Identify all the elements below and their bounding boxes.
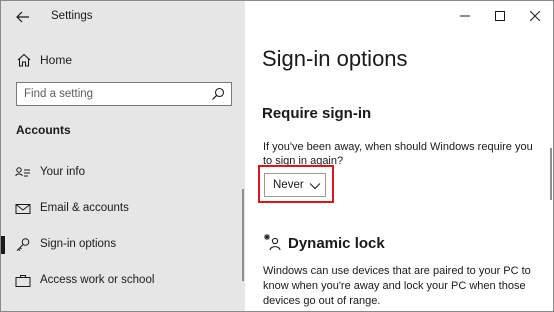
- section-title-accounts: Accounts: [16, 123, 71, 137]
- person-card-icon: [15, 167, 30, 177]
- page-title: Sign-in options: [262, 46, 408, 71]
- maximize-icon: [495, 11, 505, 21]
- dynamic-lock-icon: [264, 234, 281, 251]
- search-box[interactable]: [16, 82, 232, 106]
- settings-window: Settings Home Accounts Your info: [0, 0, 554, 312]
- sidebar-item-email-accounts[interactable]: Email & accounts: [1, 194, 245, 224]
- sidebar-item-sign-in-options[interactable]: Sign-in options: [1, 230, 245, 260]
- minimize-button[interactable]: [449, 3, 481, 29]
- dynamic-lock-heading: Dynamic lock: [288, 235, 385, 252]
- close-button[interactable]: [519, 3, 551, 29]
- search-input[interactable]: [17, 83, 207, 105]
- main-content: Sign-in options Require sign-in If you'v…: [245, 1, 553, 311]
- sidebar-scrollbar[interactable]: [242, 189, 244, 281]
- active-indicator: [1, 236, 5, 254]
- close-icon: [530, 11, 540, 21]
- minimize-icon: [460, 15, 470, 17]
- app-title: Settings: [51, 10, 93, 22]
- require-sign-in-description: If you've been away, when should Windows…: [263, 141, 533, 167]
- back-arrow-icon: [16, 11, 29, 23]
- sidebar-item-access-work-school[interactable]: Access work or school: [1, 266, 245, 296]
- sidebar-item-home[interactable]: Home: [1, 46, 245, 74]
- sidebar-item-label: Email & accounts: [40, 202, 129, 214]
- sidebar-item-label: Your info: [40, 166, 85, 178]
- title-bar: Settings: [1, 1, 245, 33]
- sidebar-item-label: Sign-in options: [40, 238, 117, 250]
- require-sign-in-heading: Require sign-in: [262, 105, 372, 122]
- highlight-box: [258, 165, 334, 203]
- maximize-button[interactable]: [484, 3, 516, 29]
- key-icon: [16, 238, 30, 251]
- sidebar: Settings Home Accounts Your info: [1, 1, 245, 311]
- briefcase-icon: [15, 275, 31, 287]
- mail-icon: [15, 204, 31, 214]
- home-label: Home: [40, 53, 73, 67]
- dynamic-lock-description: Windows can use devices that are paired …: [263, 265, 531, 307]
- sidebar-item-your-info[interactable]: Your info: [1, 158, 245, 188]
- home-icon: [17, 53, 31, 67]
- back-button[interactable]: [9, 5, 37, 29]
- main-scrollbar[interactable]: [550, 148, 552, 200]
- sidebar-item-label: Access work or school: [40, 274, 155, 286]
- search-icon[interactable]: [211, 87, 225, 101]
